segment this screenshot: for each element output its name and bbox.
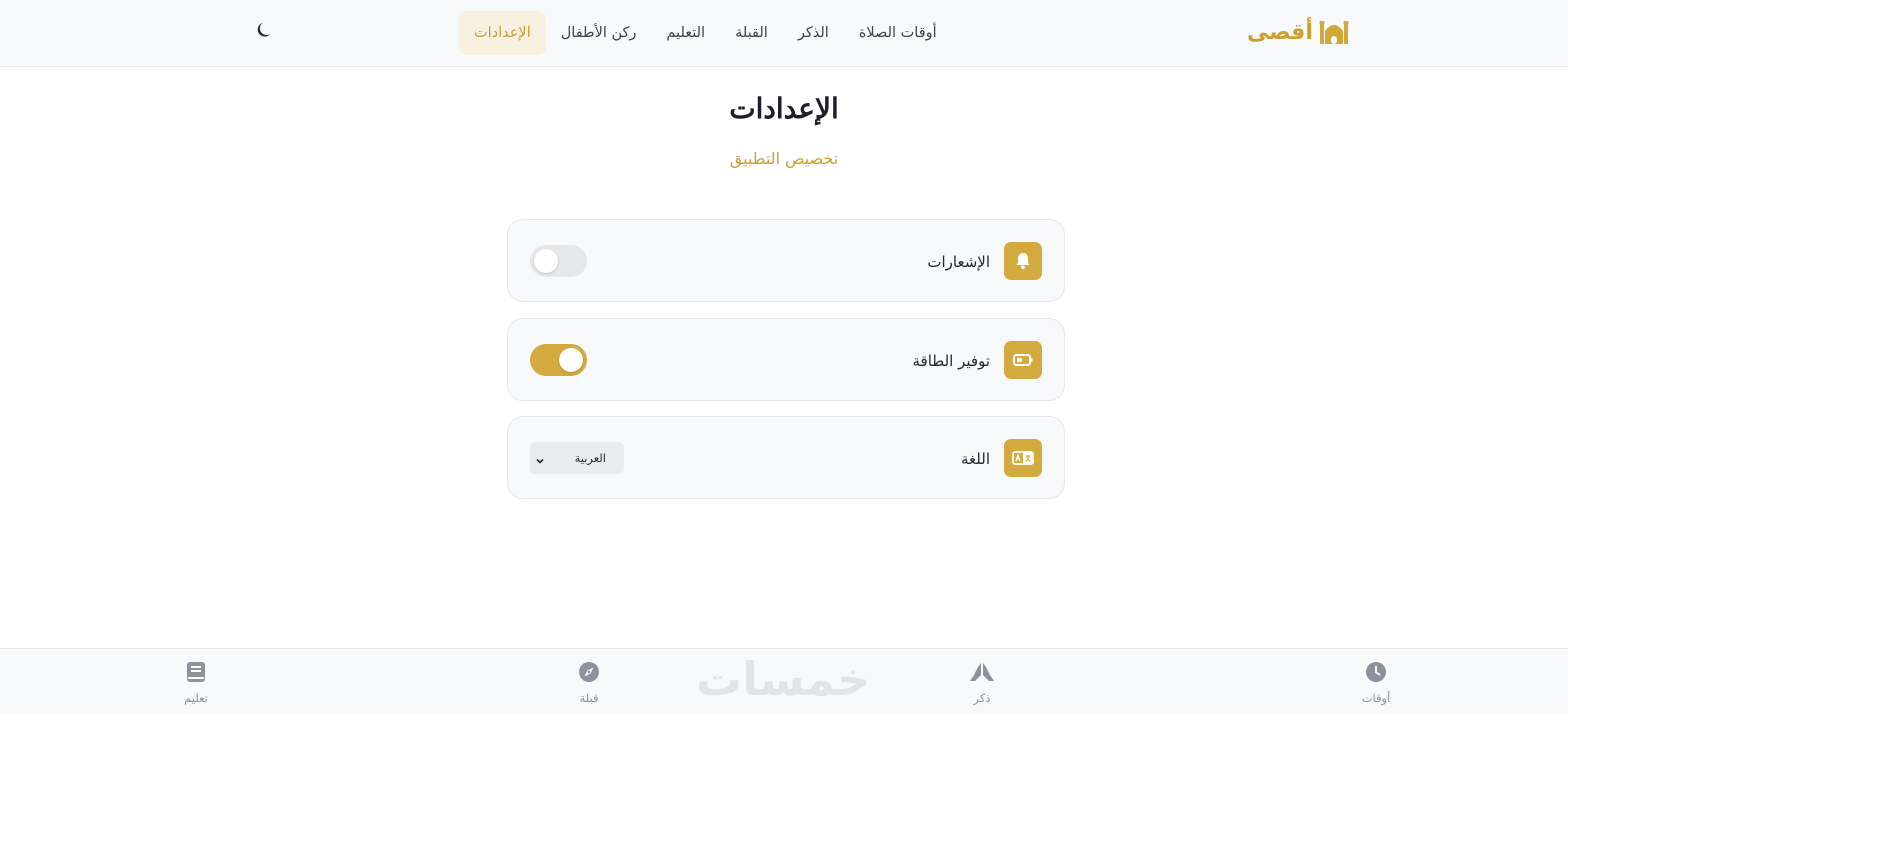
language-select[interactable]: العربية xyxy=(530,442,624,474)
chevron-down-icon xyxy=(534,452,546,471)
main-nav: أوقات الصلاة الذكر القبلة التعليم ركن ال… xyxy=(459,11,952,55)
language-icon xyxy=(1004,439,1042,477)
clock-icon xyxy=(1365,661,1387,687)
brand-logo[interactable]: أقصى xyxy=(1247,14,1349,50)
nav-settings[interactable]: الإعدادات xyxy=(459,11,546,55)
language-setting-card: اللغة العربية xyxy=(507,416,1065,499)
theme-toggle-button[interactable] xyxy=(252,19,278,45)
nav-education[interactable]: التعليم xyxy=(651,11,720,55)
bottom-nav-dhikr[interactable]: ذكر xyxy=(947,661,1017,707)
notifications-toggle[interactable] xyxy=(530,245,587,277)
bell-icon xyxy=(1004,242,1042,280)
language-select-value: العربية xyxy=(574,451,606,465)
toggle-knob xyxy=(559,348,583,372)
bottom-nav-times-label: أوقات xyxy=(1361,691,1391,705)
nav-qibla[interactable]: القبلة xyxy=(720,11,783,55)
notifications-label: الإشعارات xyxy=(927,252,990,271)
bottom-nav-qibla-label: قبلة xyxy=(579,691,599,705)
compass-icon xyxy=(578,661,600,687)
power-saving-toggle[interactable] xyxy=(530,344,587,376)
bottom-nav-education-label: تعليم xyxy=(184,691,208,705)
bottom-nav-education[interactable]: تعليم xyxy=(161,661,231,707)
power-saving-label: توفير الطاقة xyxy=(912,351,991,370)
nav-dhikr[interactable]: الذكر xyxy=(783,11,844,55)
page-title: الإعدادات xyxy=(729,92,839,125)
notifications-setting-card: الإشعارات xyxy=(507,219,1065,302)
battery-icon xyxy=(1004,341,1042,379)
toggle-knob xyxy=(534,249,558,273)
bottom-nav-dhikr-label: ذكر xyxy=(973,691,991,705)
page-subtitle: تخصيص التطبيق xyxy=(729,149,839,168)
bottom-navbar: أوقات ذكر قبلة تعليم xyxy=(0,648,1568,714)
bottom-nav-qibla[interactable]: قبلة xyxy=(554,661,624,707)
book-icon xyxy=(186,661,206,687)
nav-kids-corner[interactable]: ركن الأطفال xyxy=(546,11,652,55)
moon-icon xyxy=(256,21,274,43)
praying-hands-icon xyxy=(969,661,995,687)
top-navbar: أقصى أوقات الصلاة الذكر القبلة التعليم ر… xyxy=(0,0,1568,67)
mosque-icon xyxy=(1319,19,1349,45)
language-label: اللغة xyxy=(961,449,990,468)
bottom-nav-times[interactable]: أوقات xyxy=(1341,661,1411,707)
settings-page: أقصى أوقات الصلاة الذكر القبلة التعليم ر… xyxy=(0,0,1568,714)
nav-prayer-times[interactable]: أوقات الصلاة xyxy=(844,11,952,55)
power-saving-setting-card: توفير الطاقة xyxy=(507,318,1065,401)
brand-name: أقصى xyxy=(1247,19,1313,45)
